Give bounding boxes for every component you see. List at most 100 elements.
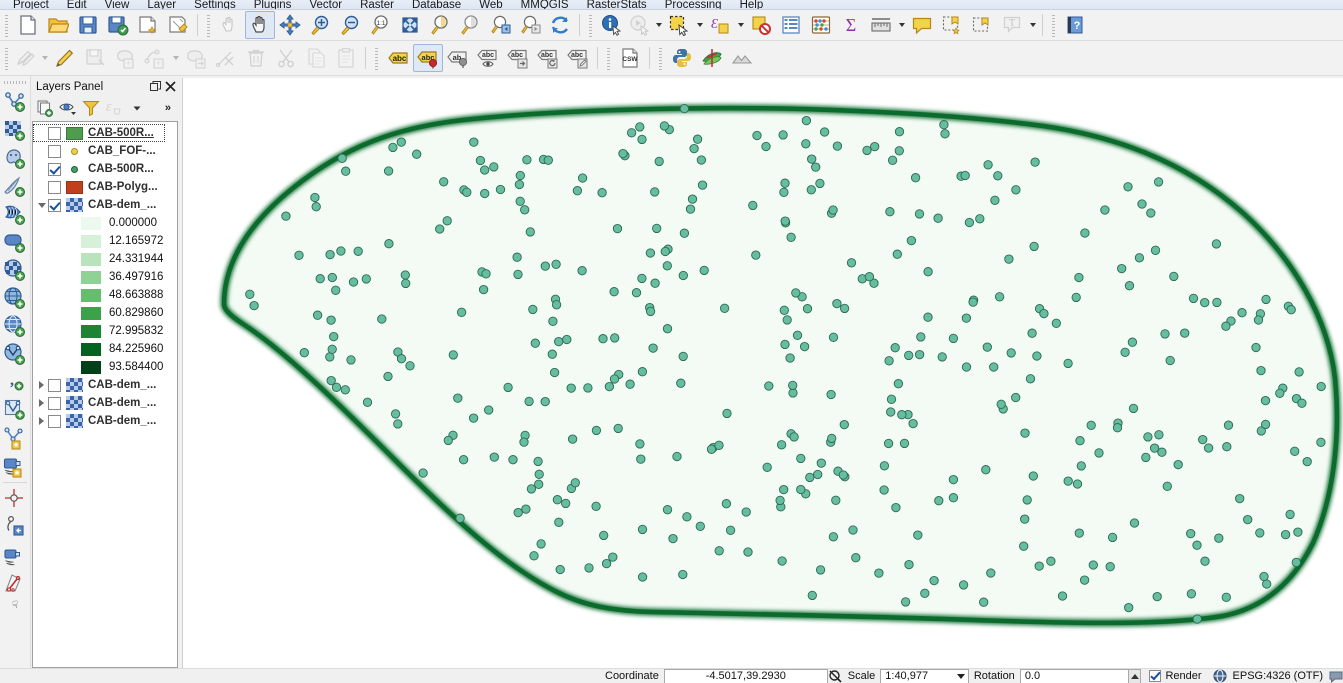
- zoom-native-icon[interactable]: 1:1: [365, 11, 395, 39]
- measure-line-icon[interactable]: [866, 11, 896, 39]
- highlight-labels-icon[interactable]: ab: [443, 44, 473, 72]
- toggle-extents-icon[interactable]: [828, 669, 843, 683]
- more-options-icon[interactable]: »: [165, 102, 176, 114]
- close-icon[interactable]: [163, 79, 178, 94]
- toolbar-drag-handle[interactable]: [4, 79, 26, 86]
- render-checkbox[interactable]: [1149, 670, 1162, 682]
- scale-dropdown-arrow[interactable]: [954, 669, 969, 683]
- layer-visibility-checkbox[interactable]: [48, 414, 61, 428]
- menu-plugins[interactable]: Plugins: [245, 0, 301, 9]
- add-oracle-layer-icon[interactable]: [1, 228, 30, 256]
- rotation-input[interactable]: 0.0: [1019, 669, 1130, 683]
- add-vector-layer-icon[interactable]: [1, 88, 30, 116]
- filter-dropdown-icon[interactable]: [126, 97, 148, 119]
- select-features-icon[interactable]: [664, 11, 694, 39]
- pan-map-icon[interactable]: [245, 11, 275, 39]
- toolbar-drag-handle[interactable]: [3, 13, 10, 37]
- toggle-editing-icon[interactable]: [50, 44, 80, 72]
- pan-to-selection-icon[interactable]: [275, 11, 305, 39]
- attribute-table-icon[interactable]: [776, 11, 806, 39]
- georeferencer-icon[interactable]: [1, 452, 30, 480]
- touch-zoom-icon[interactable]: [215, 11, 245, 39]
- map-canvas[interactable]: [182, 78, 1343, 668]
- paste-features-icon[interactable]: [331, 44, 361, 72]
- menu-rasterstats[interactable]: RasterStats: [578, 0, 656, 9]
- open-project-icon[interactable]: [43, 11, 73, 39]
- change-label-icon[interactable]: abc: [563, 44, 593, 72]
- layer-tree-item[interactable]: CAB-Polyg...: [33, 178, 177, 196]
- layer-visibility-checkbox[interactable]: [48, 162, 61, 176]
- composer-manager-icon[interactable]: [163, 11, 193, 39]
- show-bookmarks-icon[interactable]: [967, 11, 997, 39]
- menu-raster[interactable]: Raster: [351, 0, 403, 9]
- layer-tree-item[interactable]: CAB_FOF-...: [33, 142, 177, 160]
- layer-tree-item[interactable]: CAB-500R...: [33, 124, 165, 142]
- toolbar-drag-handle[interactable]: [373, 46, 380, 70]
- menu-view[interactable]: View: [96, 0, 139, 9]
- identify-features-icon[interactable]: [597, 11, 627, 39]
- layer-visibility-checkbox[interactable]: [48, 144, 61, 158]
- save-project-as-icon[interactable]: [103, 11, 133, 39]
- cut-features-icon[interactable]: [271, 44, 301, 72]
- scale-combo[interactable]: 1:40,977: [880, 669, 955, 683]
- expression-filter-icon[interactable]: Ɛ: [103, 97, 125, 119]
- add-postgis-layer-icon[interactable]: [1, 144, 30, 172]
- menu-mmqgis[interactable]: MMQGIS: [512, 0, 578, 9]
- current-edits-dropdown[interactable]: [39, 44, 50, 72]
- expand-toggle-icon[interactable]: [35, 412, 48, 430]
- crs-label[interactable]: EPSG:4326 (OTF): [1228, 669, 1328, 683]
- menu-database[interactable]: Database: [403, 0, 470, 9]
- dxf2shp-icon[interactable]: [1, 485, 30, 513]
- deselect-features-icon[interactable]: [746, 11, 776, 39]
- processing-toolbox-icon[interactable]: [1, 569, 30, 597]
- copy-features-icon[interactable]: [301, 44, 331, 72]
- toolbar-drag-handle[interactable]: [657, 46, 664, 70]
- label-layer-icon[interactable]: abc: [383, 44, 413, 72]
- move-feature-icon[interactable]: [181, 44, 211, 72]
- expand-toggle-icon[interactable]: [35, 376, 48, 394]
- new-spatialite-layer-icon[interactable]: [1, 396, 30, 424]
- coordinate-input[interactable]: -4.5017,39.2930: [663, 669, 828, 683]
- restore-icon[interactable]: [148, 79, 163, 94]
- rotate-label-icon[interactable]: abc: [533, 44, 563, 72]
- node-tool-icon[interactable]: [211, 44, 241, 72]
- help-contents-icon[interactable]: ?: [1060, 11, 1090, 39]
- save-layer-edits-icon[interactable]: [80, 44, 110, 72]
- select-by-expression-icon[interactable]: Ɛ: [705, 11, 735, 39]
- menu-help[interactable]: Help: [731, 0, 773, 9]
- add-part-icon[interactable]: [140, 44, 170, 72]
- select-by-expression-dropdown[interactable]: [735, 11, 746, 39]
- layer-tree-item[interactable]: CAB-dem_...: [33, 376, 177, 394]
- toolbar-drag-handle[interactable]: [3, 46, 10, 70]
- map-tips-icon[interactable]: [907, 11, 937, 39]
- show-hide-labels-icon[interactable]: abc: [473, 44, 503, 72]
- move-label-icon[interactable]: abc: [503, 44, 533, 72]
- zoom-out-icon[interactable]: [335, 11, 365, 39]
- toolbar-drag-handle[interactable]: [587, 13, 594, 37]
- toolbar-drag-handle[interactable]: [605, 46, 612, 70]
- menu-settings[interactable]: Settings: [185, 0, 245, 9]
- plugin-manager-icon[interactable]: [697, 44, 727, 72]
- add-delimited-text-layer-icon[interactable]: [1, 256, 30, 284]
- layer-tree[interactable]: CAB-500R... CAB_FOF-... CAB-500R... CAB-Pol…: [32, 121, 178, 668]
- zoom-to-selection-icon[interactable]: [425, 11, 455, 39]
- add-mssql-layer-icon[interactable]: [1, 200, 30, 228]
- statistical-summary-icon[interactable]: Σ: [836, 11, 866, 39]
- csw-client-icon[interactable]: CSW: [615, 44, 645, 72]
- layer-tree-item[interactable]: CAB-dem_...: [33, 394, 177, 412]
- layer-visibility-checkbox[interactable]: [48, 396, 61, 410]
- expand-toggle-icon[interactable]: [35, 196, 48, 214]
- add-part-dropdown[interactable]: [170, 44, 181, 72]
- zoom-in-icon[interactable]: [305, 11, 335, 39]
- delete-selected-icon[interactable]: [241, 44, 271, 72]
- zoom-to-layer-icon[interactable]: [455, 11, 485, 39]
- add-raster-layer-icon[interactable]: [1, 116, 30, 144]
- new-bookmark-icon[interactable]: [937, 11, 967, 39]
- toolbar-drag-handle[interactable]: [1050, 13, 1057, 37]
- current-edits-icon[interactable]: [13, 44, 39, 72]
- zoom-next-icon[interactable]: [515, 11, 545, 39]
- road-graph-icon[interactable]: [1, 541, 30, 569]
- menu-processing[interactable]: Processing: [656, 0, 731, 9]
- openlayers-plugin-icon[interactable]: [1, 513, 30, 541]
- menu-layer[interactable]: Layer: [138, 0, 185, 9]
